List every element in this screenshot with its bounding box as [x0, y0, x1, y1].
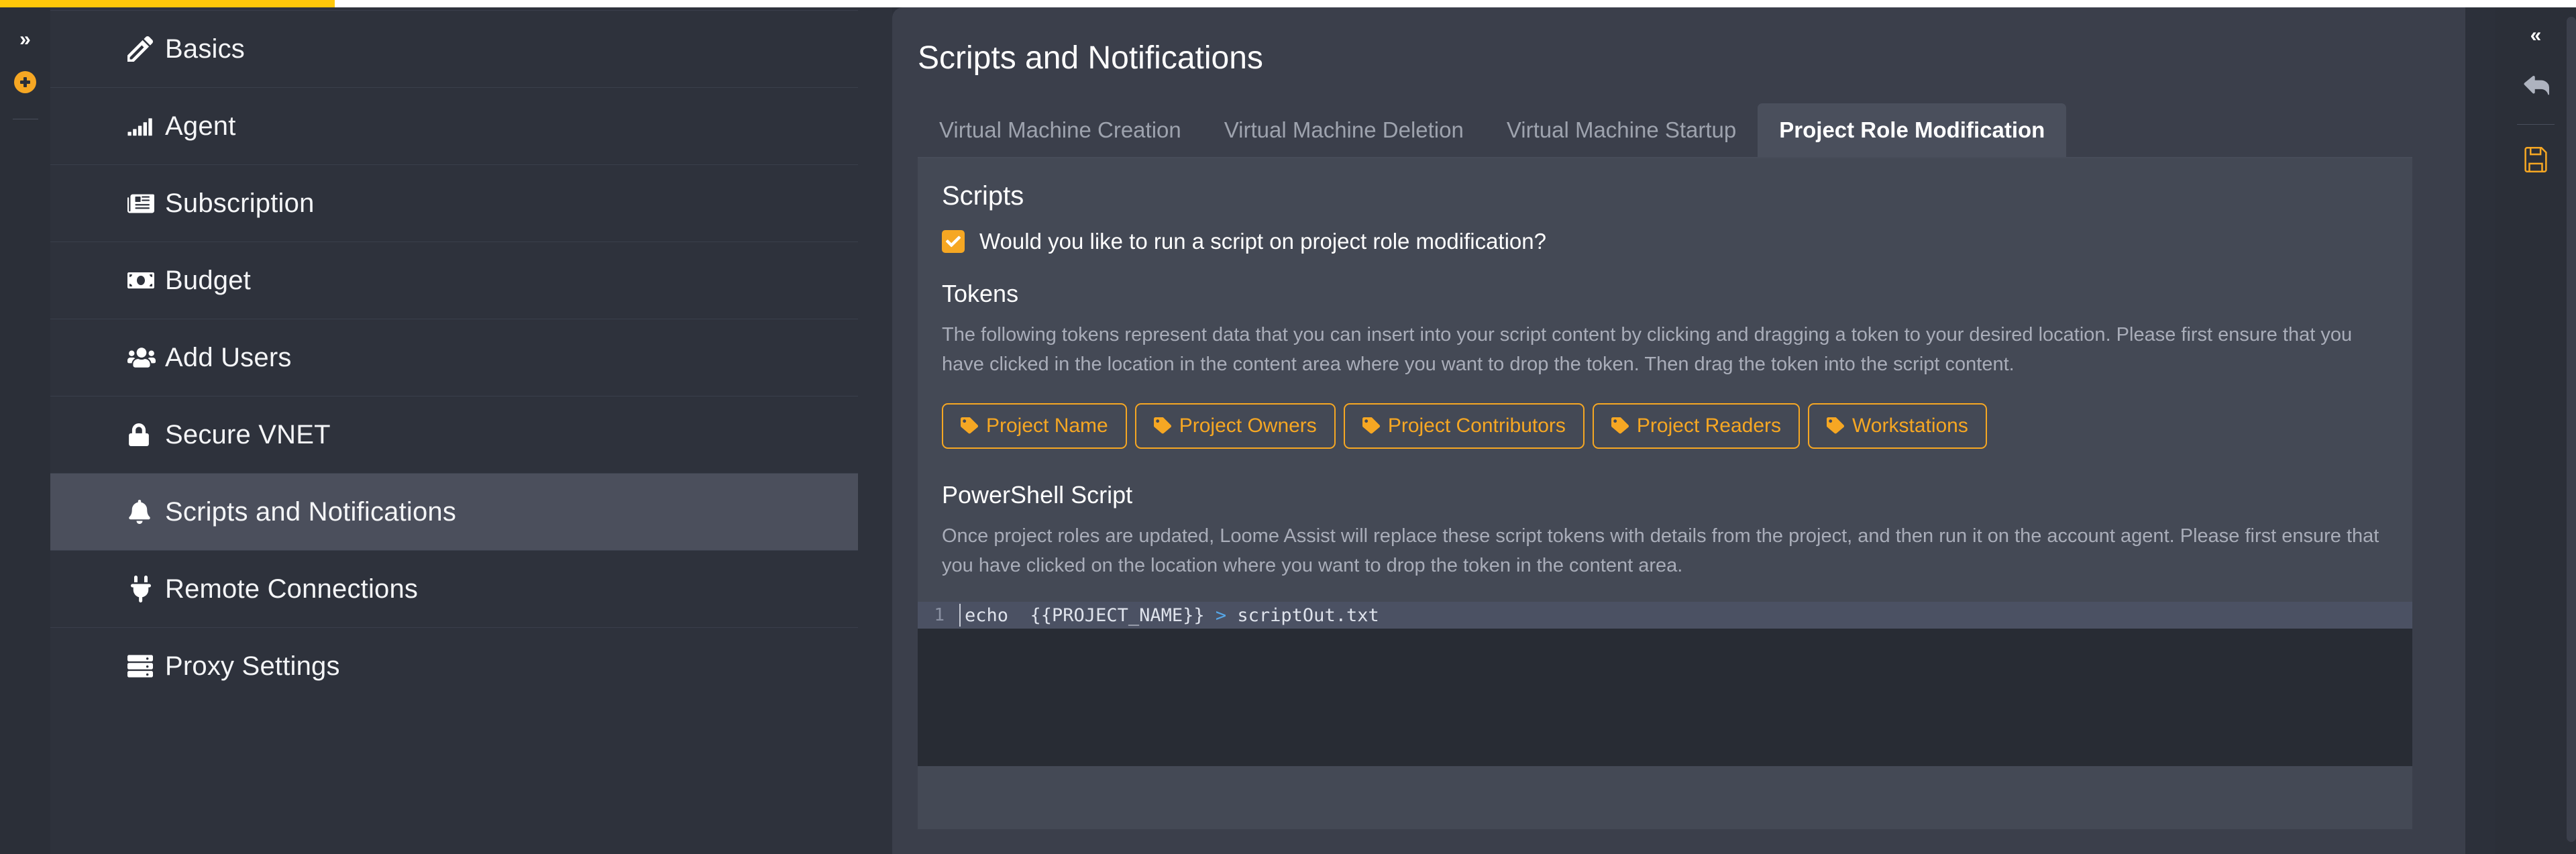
code-segment-after-operator: scriptOut.txt — [1226, 604, 1379, 626]
tokens-help-text: The following tokens represent data that… — [942, 324, 2353, 376]
sidebar-item-budget[interactable]: Budget — [50, 242, 858, 319]
tab-virtual-machine-deletion[interactable]: Virtual Machine Deletion — [1203, 103, 1485, 157]
sidebar-item-proxy-settings[interactable]: Proxy Settings — [50, 627, 858, 704]
sidebar-nav-list: Basics Agent Subscription Budget Add Use — [50, 7, 892, 704]
rail-divider-wrap — [0, 105, 50, 119]
tab-virtual-machine-startup[interactable]: Virtual Machine Startup — [1485, 103, 1758, 157]
page-load-progress-fill — [0, 0, 335, 7]
sidebar-item-label: Secure VNET — [165, 419, 331, 449]
editor-line-number: 1 — [934, 605, 945, 626]
editor-code-text: echo {{PROJECT_NAME}} > scriptOut.txt — [961, 605, 1379, 626]
token-button-project-readers[interactable]: Project Readers — [1592, 403, 1801, 449]
newspaper-icon — [127, 190, 165, 217]
token-button-project-contributors[interactable]: Project Contributors — [1343, 403, 1585, 449]
token-button-label: Project Owners — [1179, 415, 1317, 437]
run-script-checkbox[interactable] — [942, 230, 965, 253]
collapse-panel-button[interactable]: « — [2496, 7, 2576, 61]
run-script-checkbox-label: Would you like to run a script on projec… — [979, 229, 1546, 254]
sidebar-item-label: Proxy Settings — [165, 651, 340, 681]
signal-bars-icon — [127, 113, 165, 139]
token-button-label: Workstations — [1852, 415, 1968, 437]
chevron-double-right-icon: » — [19, 28, 31, 50]
sidebar-item-label: Subscription — [165, 188, 315, 218]
sidebar-item-label: Basics — [165, 34, 246, 64]
page-load-progress-track — [0, 0, 2576, 7]
expand-sidebar-button[interactable]: » — [0, 7, 50, 54]
powershell-help-text: Once project roles are updated, Loome As… — [942, 525, 2379, 577]
token-button-row: Project Name Project Owners Project Cont… — [942, 403, 2388, 449]
token-button-label: Project Contributors — [1387, 415, 1566, 437]
scripts-heading: Scripts — [942, 181, 1024, 211]
powershell-script-heading: PowerShell Script — [942, 481, 1133, 509]
scripts-card-inner: Scripts Would you like to run a script o… — [918, 181, 2412, 580]
code-redirect-operator: > — [1215, 604, 1227, 626]
undo-arrow-icon — [2522, 73, 2550, 103]
save-button[interactable] — [2496, 134, 2576, 188]
tab-project-role-modification[interactable]: Project Role Modification — [1758, 103, 2067, 157]
code-segment-before-operator: echo {{PROJECT_NAME}} — [965, 604, 1216, 626]
left-icon-rail: » — [0, 7, 50, 854]
sidebar-item-label: Budget — [165, 265, 251, 295]
sidebar-item-label: Scripts and Notifications — [165, 496, 457, 527]
page-title: Scripts and Notifications — [918, 40, 1263, 76]
token-button-workstations[interactable]: Workstations — [1808, 403, 1987, 449]
token-button-project-owners[interactable]: Project Owners — [1134, 403, 1336, 449]
users-icon — [127, 343, 165, 372]
token-button-label: Project Name — [986, 415, 1108, 437]
tab-strip: Virtual Machine Creation Virtual Machine… — [918, 103, 2412, 158]
sidebar-item-subscription[interactable]: Subscription — [50, 164, 858, 242]
add-button[interactable] — [0, 58, 50, 105]
floppy-disk-save-icon — [2523, 146, 2548, 176]
tab-virtual-machine-creation[interactable]: Virtual Machine Creation — [918, 103, 1203, 157]
pencil-icon — [127, 36, 165, 62]
sidebar-item-secure-vnet[interactable]: Secure VNET — [50, 396, 858, 473]
token-button-label: Project Readers — [1636, 415, 1782, 437]
run-script-checkbox-row[interactable]: Would you like to run a script on projec… — [942, 229, 2388, 254]
settings-sidebar: Basics Agent Subscription Budget Add Use — [50, 7, 892, 854]
page-scrollbar[interactable] — [2567, 17, 2576, 842]
main-content-panel: Scripts and Notifications Virtual Machin… — [892, 7, 2465, 854]
tag-icon — [1362, 417, 1380, 435]
sidebar-item-label: Agent — [165, 111, 236, 141]
editor-active-line[interactable]: 1 echo {{PROJECT_NAME}} > scriptOut.txt — [918, 602, 2412, 629]
bell-icon — [127, 500, 165, 524]
token-button-project-name[interactable]: Project Name — [942, 403, 1127, 449]
sidebar-item-label: Remote Connections — [165, 574, 419, 604]
sidebar-item-agent[interactable]: Agent — [50, 87, 858, 164]
server-icon — [127, 653, 165, 679]
right-action-rail: « — [2496, 7, 2576, 854]
chevron-double-left-icon: « — [2530, 24, 2542, 46]
tag-icon — [1153, 417, 1171, 435]
powershell-script-editor[interactable]: 1 echo {{PROJECT_NAME}} > scriptOut.txt — [918, 602, 2412, 767]
tokens-heading: Tokens — [942, 280, 1019, 307]
back-button[interactable] — [2496, 61, 2576, 115]
sidebar-item-scripts-and-notifications[interactable]: Scripts and Notifications — [50, 473, 858, 550]
tag-icon — [1827, 417, 1845, 435]
right-rail-divider — [2517, 124, 2555, 125]
plus-circle-icon — [14, 70, 36, 93]
sidebar-item-add-users[interactable]: Add Users — [50, 319, 858, 396]
sidebar-item-remote-connections[interactable]: Remote Connections — [50, 550, 858, 627]
sidebar-item-label: Add Users — [165, 342, 292, 372]
sidebar-item-basics[interactable]: Basics — [50, 10, 858, 87]
lock-icon — [127, 423, 165, 446]
tag-icon — [1611, 417, 1629, 435]
money-bill-icon — [127, 267, 165, 294]
scripts-card: Scripts Would you like to run a script o… — [918, 158, 2412, 829]
plug-icon — [127, 576, 165, 602]
tag-icon — [961, 417, 978, 435]
